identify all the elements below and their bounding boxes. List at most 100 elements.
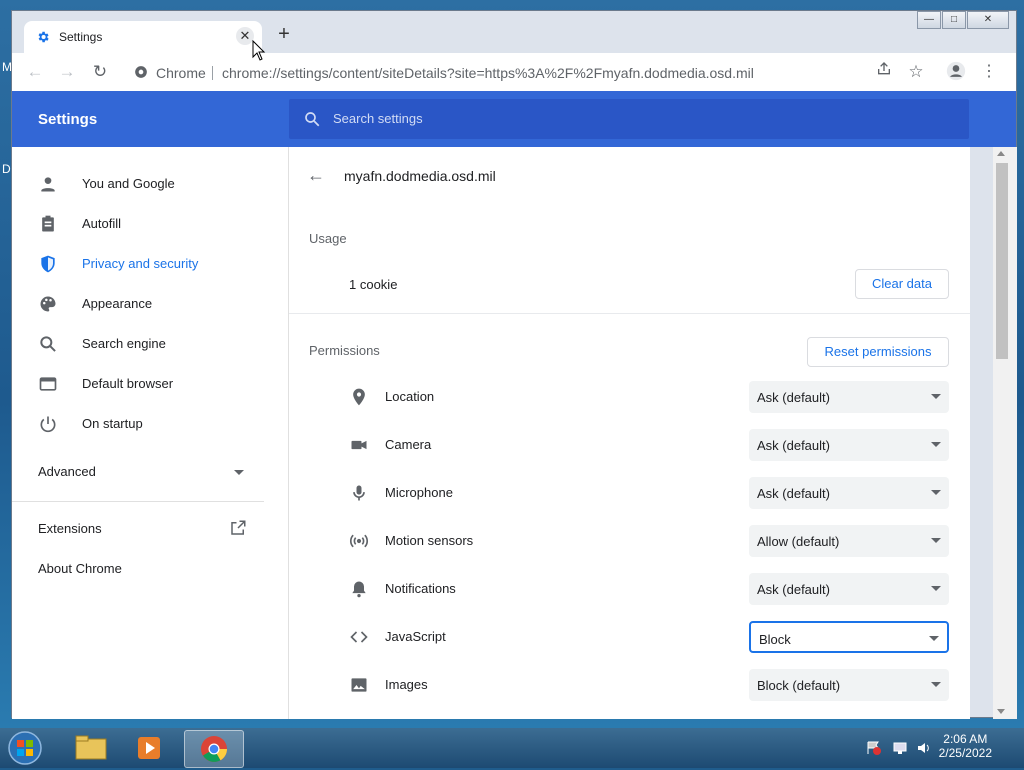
settings-header: Settings Search settings	[12, 91, 1016, 147]
sidebar-item-label: Autofill	[82, 216, 122, 231]
maximize-button[interactable]: □	[942, 11, 966, 29]
select-value: Allow (default)	[757, 534, 840, 549]
clipboard-icon	[42, 215, 54, 232]
sidebar-item-label: Extensions	[38, 521, 102, 536]
sidebar-item-default-browser[interactable]: Default browser	[12, 364, 288, 404]
omnibox-divider	[212, 66, 213, 80]
permission-row-microphone: Microphone Ask (default)	[289, 469, 970, 517]
minimize-button[interactable]: —	[917, 11, 941, 29]
scrollbar[interactable]	[993, 147, 1017, 719]
search-input[interactable]: Search settings	[289, 99, 969, 139]
sidebar-item-label: Default browser	[82, 376, 174, 391]
permission-label: Camera	[385, 437, 432, 452]
sidebar-item-label: Privacy and security	[82, 256, 199, 271]
sidebar-item-label: About Chrome	[38, 561, 122, 576]
system-clock[interactable]: 2:06 AM 2/25/2022	[939, 732, 992, 760]
dropdown-arrow-icon	[931, 442, 941, 447]
sidebar-item-search-engine[interactable]: Search engine	[12, 324, 288, 364]
permission-label: Notifications	[385, 581, 456, 596]
sidebar-item-label: Search engine	[82, 336, 166, 351]
sidebar-item-label: On startup	[82, 416, 143, 431]
taskbar: 2:06 AM 2/25/2022	[0, 728, 1024, 768]
menu-kebab-icon[interactable]: ⋮	[978, 61, 1000, 83]
browser-icon	[39, 377, 57, 391]
chrome-window: Settings ✕ + — □ ✕ ← → ↻ Chrome chrome:/…	[11, 10, 1017, 719]
permission-label: Location	[385, 389, 435, 404]
select-value: Block (default)	[757, 678, 841, 693]
person-icon	[41, 177, 55, 192]
sidebar-item-extensions[interactable]: Extensions	[12, 509, 288, 549]
volume-icon[interactable]	[916, 740, 932, 756]
scroll-down-icon[interactable]	[997, 709, 1005, 714]
clear-data-button[interactable]: Clear data	[855, 269, 949, 299]
sidebar-advanced-toggle[interactable]: Advanced	[12, 452, 288, 492]
clock-date: 2/25/2022	[938, 746, 992, 760]
sidebar-item-you-and-google[interactable]: You and Google	[12, 164, 288, 204]
chrome-task-icon[interactable]	[184, 730, 244, 768]
location-pin-icon	[353, 388, 365, 406]
permission-row-location: Location Ask (default)	[289, 373, 970, 421]
advanced-label: Advanced	[38, 464, 96, 479]
sidebar-item-about-chrome[interactable]: About Chrome	[12, 549, 288, 589]
toolbar: ← → ↻ Chrome chrome://settings/content/s…	[12, 53, 1016, 91]
code-icon	[350, 631, 368, 643]
microphone-select[interactable]: Ask (default)	[749, 477, 949, 509]
dropdown-arrow-icon	[931, 490, 941, 495]
close-window-button[interactable]: ✕	[967, 11, 1009, 29]
select-value: Ask (default)	[757, 390, 830, 405]
tab-settings[interactable]: Settings ✕	[24, 21, 262, 54]
notifications-select[interactable]: Ask (default)	[749, 573, 949, 605]
new-tab-button[interactable]: +	[272, 23, 296, 47]
sidebar-divider	[12, 501, 264, 502]
divider	[289, 313, 970, 314]
location-select[interactable]: Ask (default)	[749, 381, 949, 413]
network-icon[interactable]	[892, 740, 908, 756]
sidebar-item-appearance[interactable]: Appearance	[12, 284, 288, 324]
open-in-new-icon	[231, 520, 246, 535]
start-button[interactable]	[6, 730, 44, 766]
sidebar-item-label: You and Google	[82, 176, 175, 191]
share-icon[interactable]	[873, 61, 895, 83]
media-player-task-icon[interactable]	[120, 730, 178, 766]
desktop-label: D	[2, 162, 11, 176]
sidebar: You and Google Autofill Privacy and secu…	[12, 147, 289, 719]
motion-sensors-icon	[349, 534, 369, 548]
select-value: Block	[759, 632, 791, 647]
javascript-select[interactable]: Block	[749, 621, 949, 653]
dropdown-arrow-icon	[929, 636, 939, 641]
sidebar-item-privacy-and-security[interactable]: Privacy and security	[12, 244, 288, 284]
bell-icon	[352, 581, 366, 598]
action-center-flag-icon[interactable]	[866, 740, 882, 756]
bookmark-star-icon[interactable]: ☆	[905, 61, 927, 83]
scroll-up-icon[interactable]	[997, 151, 1005, 156]
gear-icon	[38, 31, 49, 43]
tab-strip: Settings ✕ + — □ ✕	[12, 11, 1016, 54]
url-text[interactable]: chrome://settings/content/siteDetails?si…	[222, 65, 754, 81]
permission-row-camera: Camera Ask (default)	[289, 421, 970, 469]
camera-select[interactable]: Ask (default)	[749, 429, 949, 461]
reload-button[interactable]: ↻	[89, 61, 111, 83]
images-select[interactable]: Block (default)	[749, 669, 949, 701]
profile-avatar[interactable]	[945, 61, 967, 83]
search-icon	[40, 336, 56, 352]
mouse-cursor-icon	[252, 40, 266, 61]
back-arrow-icon[interactable]: ←	[307, 165, 325, 186]
motion-sensors-select[interactable]: Allow (default)	[749, 525, 949, 557]
image-icon	[351, 678, 367, 692]
sidebar-item-autofill[interactable]: Autofill	[12, 204, 288, 244]
cookie-count: 1 cookie	[349, 277, 398, 292]
file-explorer-task-icon[interactable]	[62, 730, 120, 766]
site-name: myafn.dodmedia.osd.mil	[344, 168, 496, 184]
sidebar-item-on-startup[interactable]: On startup	[12, 404, 288, 444]
back-button[interactable]: ←	[24, 61, 46, 83]
palette-icon	[40, 296, 56, 312]
permission-row-motion-sensors: Motion sensors Allow (default)	[289, 517, 970, 565]
scrollbar-thumb[interactable]	[996, 163, 1008, 359]
address-bar[interactable]: Chrome chrome://settings/content/siteDet…	[124, 57, 864, 87]
select-value: Ask (default)	[757, 438, 830, 453]
reset-permissions-button[interactable]: Reset permissions	[807, 337, 949, 367]
forward-button[interactable]: →	[56, 61, 78, 83]
permission-label: Motion sensors	[385, 533, 474, 548]
select-value: Ask (default)	[757, 486, 830, 501]
camera-icon	[351, 440, 367, 450]
